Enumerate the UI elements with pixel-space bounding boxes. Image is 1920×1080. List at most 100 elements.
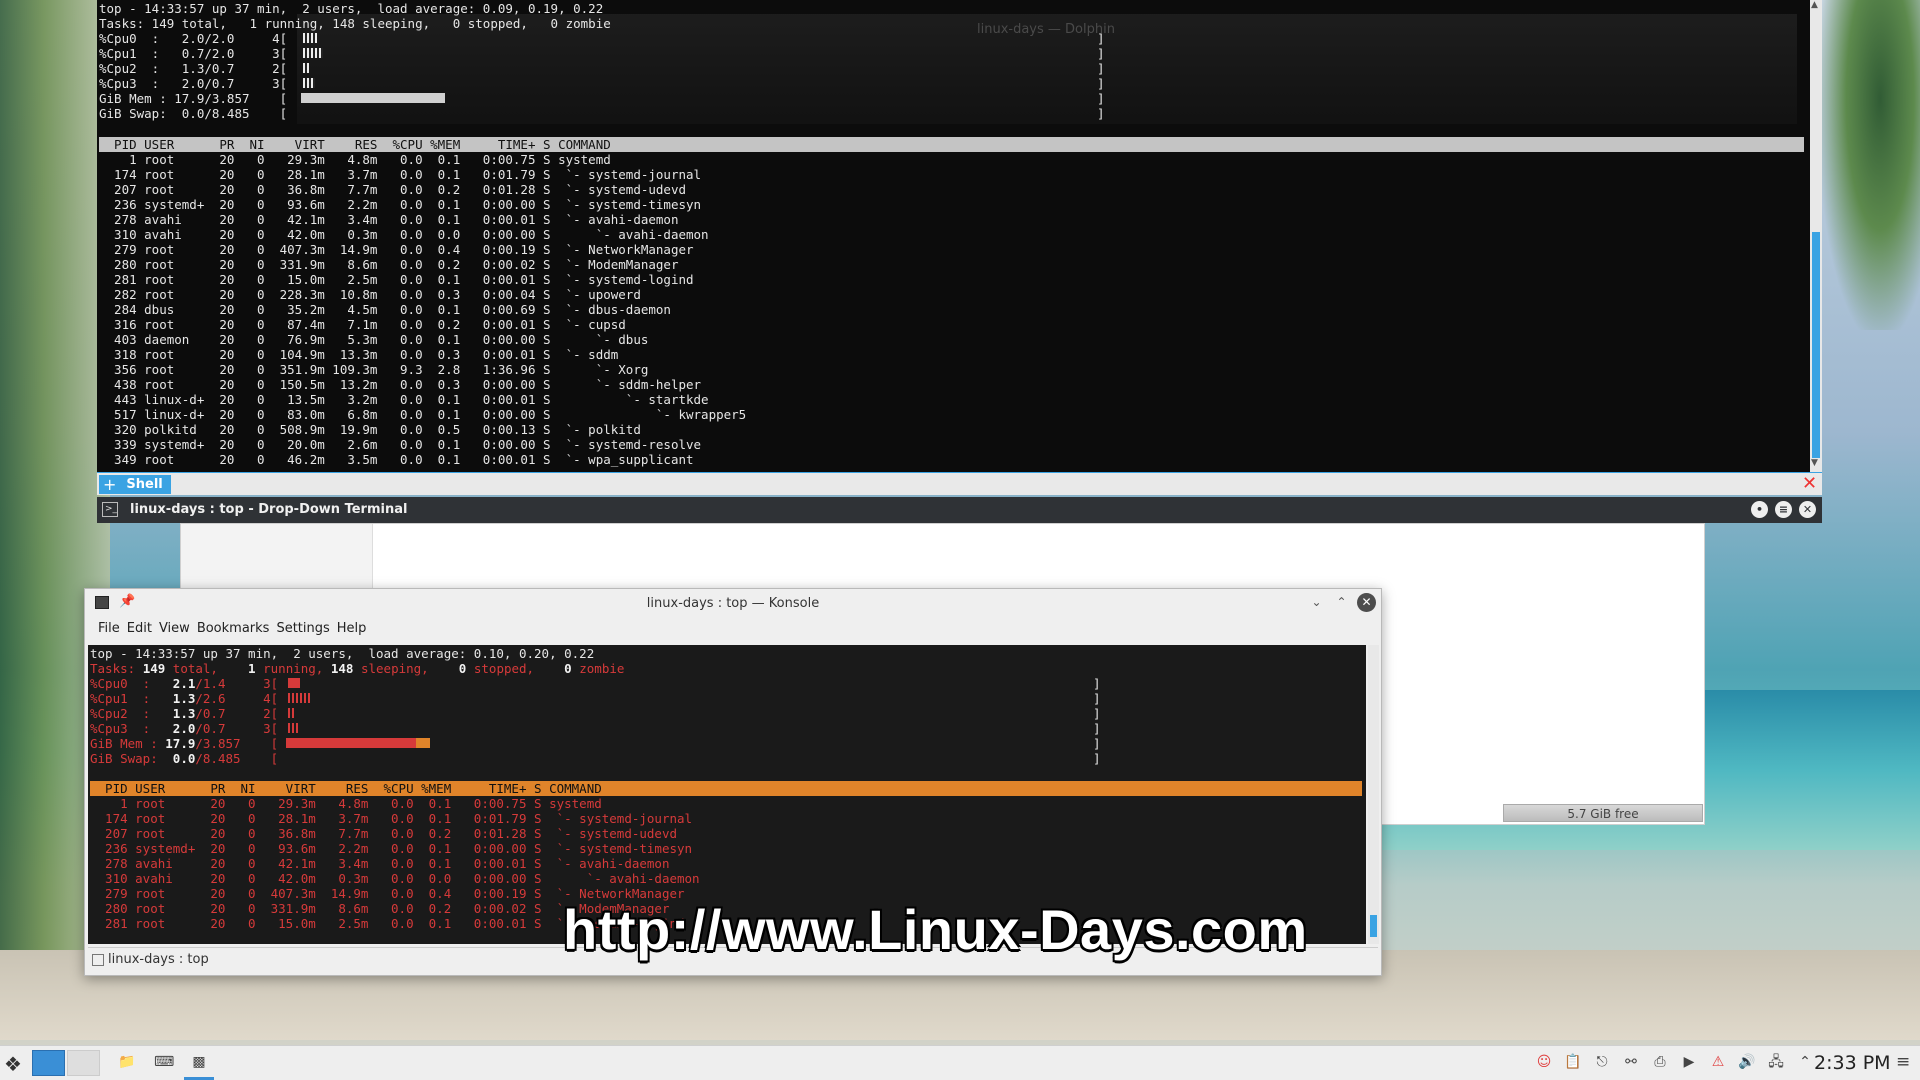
usb-icon[interactable]: ⚯ bbox=[1622, 1053, 1640, 1071]
tasks-stopped-label: stopped, bbox=[466, 661, 535, 676]
keep-open-button[interactable]: • bbox=[1751, 501, 1768, 518]
digital-clock[interactable]: 2:33 PM bbox=[1814, 1052, 1891, 1074]
virtual-desktop-pager bbox=[32, 1050, 100, 1076]
menu-bookmarks[interactable]: Bookmarks bbox=[197, 618, 277, 640]
close-button[interactable]: ✕ bbox=[1357, 593, 1376, 612]
top-line-cpu2: %Cpu2 : 1.3/0.7 2[ bbox=[99, 61, 288, 76]
cpu3-rest: /0.7 3[ bbox=[195, 721, 279, 736]
desktop-2[interactable] bbox=[67, 1050, 100, 1076]
application-launcher-icon[interactable]: ❖ bbox=[4, 1052, 22, 1076]
maximize-button[interactable]: ⌃ bbox=[1332, 593, 1351, 612]
dropdown-scrollbar-thumb[interactable] bbox=[1812, 232, 1820, 458]
mem-meter bbox=[301, 93, 445, 103]
process-header-text: PID USER PR NI VIRT RES %CPU %MEM TIME+ … bbox=[90, 781, 602, 796]
table-row: 438 root 20 0 150.5m 13.2m 0.0 0.3 0:00.… bbox=[99, 377, 702, 392]
printer-icon[interactable]: ⎙ bbox=[1651, 1053, 1669, 1071]
scroll-down-arrow-icon[interactable]: ▼ bbox=[1811, 458, 1818, 468]
mem-cache-meter bbox=[416, 738, 430, 748]
konsole-menu-bar: File Edit View Bookmarks Settings Help bbox=[85, 618, 373, 640]
menu-file[interactable]: File bbox=[85, 618, 127, 640]
bracket-close-column: ] ] ] ] ] ] bbox=[1097, 31, 1105, 121]
tab-label: linux-days : top bbox=[108, 952, 209, 967]
tasks-total: 149 bbox=[142, 661, 166, 676]
tasks-running: 1 bbox=[217, 661, 256, 676]
update-notifier-icon[interactable]: ⚠ bbox=[1709, 1053, 1727, 1071]
cpu0-rest: /1.4 3[ bbox=[195, 676, 279, 691]
dropdown-title: linux-days : top - Drop-Down Terminal bbox=[130, 502, 408, 517]
top-line-cpu0: %Cpu0 : 2.1/1.4 3[ bbox=[90, 676, 624, 691]
table-row: 349 root 20 0 46.2m 3.5m 0.0 0.1 0:00.01… bbox=[99, 452, 694, 467]
table-row: 207 root 20 0 36.8m 7.7m 0.0 0.2 0:01.28… bbox=[99, 182, 686, 197]
menu-view[interactable]: View bbox=[159, 618, 197, 640]
media-player-icon[interactable]: ▶ bbox=[1680, 1053, 1698, 1071]
top-line-1: top - 14:33:57 up 37 min, 2 users, load … bbox=[99, 1, 604, 16]
table-row: 282 root 20 0 228.3m 10.8m 0.0 0.3 0:00.… bbox=[99, 287, 641, 302]
swap-rest: /8.485 [ bbox=[195, 751, 279, 766]
close-button[interactable]: ✕ bbox=[1799, 501, 1816, 518]
minimize-button[interactable]: ⌄ bbox=[1307, 593, 1326, 612]
table-row: 174 root 20 0 28.1m 3.7m 0.0 0.1 0:01.79… bbox=[99, 167, 702, 182]
tray-expand-chevron-icon[interactable]: ⌃ bbox=[1796, 1053, 1814, 1071]
top-line-cpu1: %Cpu1 : 0.7/2.0 3[ bbox=[99, 46, 288, 61]
tab-shell-label: Shell bbox=[126, 477, 163, 492]
menu-button[interactable]: ≡ bbox=[1775, 501, 1792, 518]
cpu0-value: 2.1 bbox=[165, 676, 196, 691]
konsole-window-controls: ⌄ ⌃ ✕ bbox=[1307, 593, 1376, 612]
top-line-tasks: Tasks: 149 total, 1 running, 148 sleepin… bbox=[90, 661, 624, 676]
table-row: 443 linux-d+ 20 0 13.5m 3.2m 0.0 0.1 0:0… bbox=[99, 392, 709, 407]
panel-menu-icon[interactable]: ≡ bbox=[1896, 1052, 1910, 1072]
device-notifier-icon[interactable]: ⎋ bbox=[1593, 1053, 1611, 1071]
tab-shell[interactable]: + Shell bbox=[99, 475, 171, 494]
dropdown-window-buttons: • ≡ ✕ bbox=[1751, 501, 1816, 518]
new-tab-plus-icon[interactable]: + bbox=[103, 475, 116, 494]
table-row: 320 polkitd 20 0 508.9m 19.9m 0.0 0.5 0:… bbox=[99, 422, 641, 437]
process-header-text: PID USER PR NI VIRT RES %CPU %MEM TIME+ … bbox=[99, 137, 611, 152]
konsole-title: linux-days : top — Konsole bbox=[646, 596, 820, 611]
dolphin-task-icon[interactable]: 📁 bbox=[118, 1053, 136, 1071]
tasks-zombie-label: zombie bbox=[571, 661, 625, 676]
table-row: 339 systemd+ 20 0 20.0m 2.6m 0.0 0.1 0:0… bbox=[99, 437, 702, 452]
close-tab-icon[interactable]: ✕ bbox=[1802, 475, 1817, 493]
top-summary: top - 14:33:57 up 37 min, 2 users, load … bbox=[99, 1, 611, 121]
menu-help[interactable]: Help bbox=[337, 618, 374, 640]
terminal-icon: >_ bbox=[102, 502, 118, 517]
process-table-header: PID USER PR NI VIRT RES %CPU %MEM TIME+ … bbox=[99, 137, 1804, 152]
table-row: 310 avahi 20 0 42.0m 0.3m 0.0 0.0 0:00.0… bbox=[99, 227, 709, 242]
konsole-scrollbar[interactable] bbox=[1368, 645, 1379, 944]
terminal-task-icon[interactable]: ⌨ bbox=[154, 1053, 174, 1071]
top-line-cpu1: %Cpu1 : 1.3/2.6 4[ bbox=[90, 691, 624, 706]
menu-edit[interactable]: Edit bbox=[127, 618, 159, 640]
top-summary: top - 14:33:57 up 37 min, 2 users, load … bbox=[90, 646, 624, 766]
cpu1-label: %Cpu1 : bbox=[90, 691, 166, 706]
terminal-tab-icon bbox=[92, 953, 104, 966]
top-line-swap: GiB Swap: 0.0/8.485 [ bbox=[90, 751, 624, 766]
table-row: 278 avahi 20 0 42.1m 3.4m 0.0 0.1 0:00.0… bbox=[90, 856, 670, 871]
menu-settings[interactable]: Settings bbox=[276, 618, 336, 640]
desktop-1[interactable] bbox=[32, 1050, 65, 1076]
top-line-swap: GiB Swap: 0.0/8.485 [ bbox=[99, 106, 288, 121]
volume-icon[interactable]: 🔊 bbox=[1738, 1053, 1756, 1071]
clipboard-icon[interactable]: 📋 bbox=[1564, 1053, 1582, 1071]
dolphin-ghost-title: linux-days — Dolphin bbox=[977, 22, 1115, 37]
scroll-up-arrow-icon[interactable]: ▲ bbox=[1811, 0, 1818, 10]
network-icon[interactable]: 🖧 bbox=[1767, 1053, 1785, 1071]
tasks-total-label: total, bbox=[165, 661, 218, 676]
cpu1-meter bbox=[303, 48, 323, 58]
dropdown-scrollbar[interactable]: ▲ ▼ bbox=[1810, 0, 1822, 472]
tasks-running-label: running, bbox=[255, 661, 324, 676]
top-line-cpu0: %Cpu0 : 2.0/2.0 4[ bbox=[99, 31, 288, 46]
cpu0-label: %Cpu0 : bbox=[90, 676, 166, 691]
cpu2-label: %Cpu2 : bbox=[90, 706, 166, 721]
table-row: 174 root 20 0 28.1m 3.7m 0.0 0.1 0:01.79… bbox=[90, 811, 693, 826]
konsole-task-icon[interactable]: ▩ bbox=[184, 1053, 214, 1080]
konsole-scrollbar-thumb[interactable] bbox=[1370, 915, 1377, 937]
table-row: 1 root 20 0 29.3m 4.8m 0.0 0.1 0:00.75 S… bbox=[90, 796, 602, 811]
cpu3-label: %Cpu3 : bbox=[90, 721, 166, 736]
cpu3-meter bbox=[288, 723, 300, 733]
dropdown-terminal[interactable]: linux-days — Dolphin top - 14:33:57 up 3… bbox=[97, 0, 1822, 472]
table-row: 356 root 20 0 351.9m 109.3m 9.3 2.8 1:36… bbox=[99, 362, 649, 377]
user-switch-icon[interactable]: ☺ bbox=[1535, 1053, 1553, 1071]
tab-linux-days-top[interactable]: linux-days : top bbox=[92, 952, 209, 967]
table-row: 281 root 20 0 15.0m 2.5m 0.0 0.1 0:00.01… bbox=[99, 272, 694, 287]
top-line-cpu3: %Cpu3 : 2.0/0.7 3[ bbox=[99, 76, 288, 91]
